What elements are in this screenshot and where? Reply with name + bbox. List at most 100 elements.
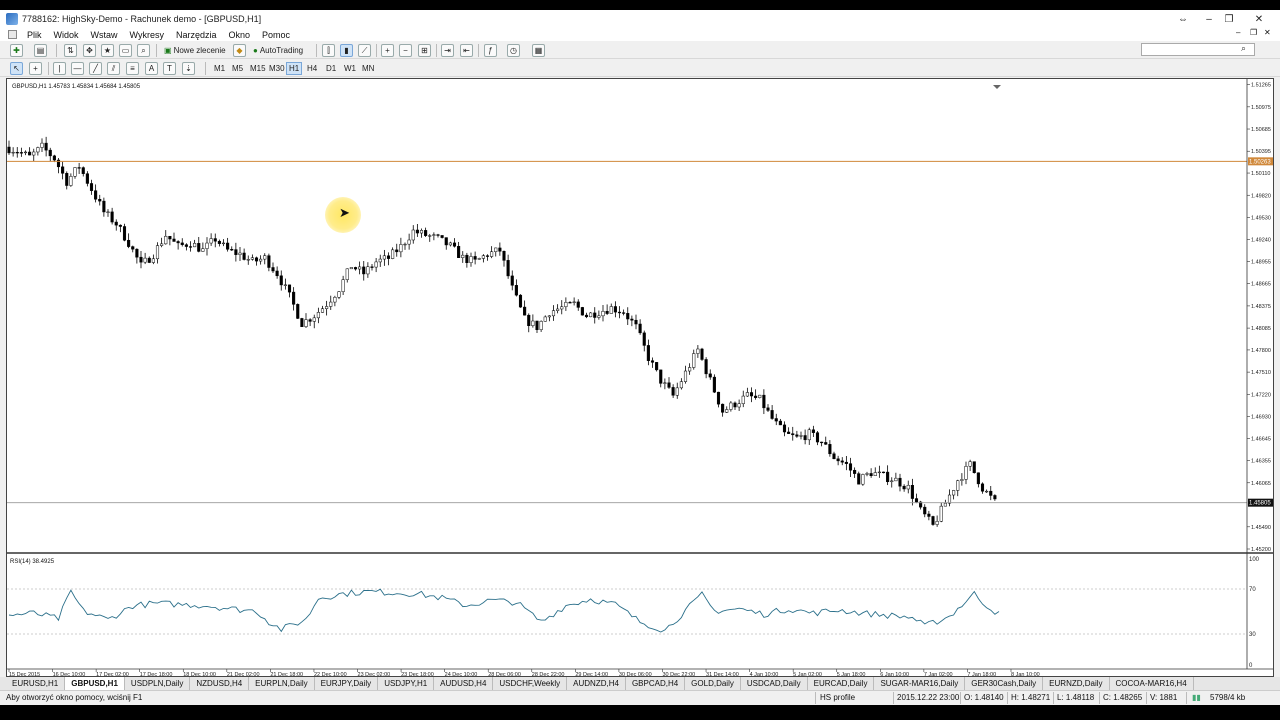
tf-d1-button[interactable]: D1 xyxy=(324,62,338,75)
status-profile[interactable]: HS profile xyxy=(820,693,855,702)
status-traffic[interactable]: 5798/4 kb xyxy=(1210,693,1245,702)
candle xyxy=(704,357,708,379)
tf-h4-button[interactable]: H4 xyxy=(305,62,319,75)
terminal-icon[interactable]: ▭ xyxy=(119,44,132,57)
candle xyxy=(799,431,803,440)
autotrading-button[interactable]: ● AutoTrading xyxy=(251,44,305,57)
new-order-button[interactable]: ▣ Nowe zlecenie xyxy=(162,44,228,57)
line-chart-icon[interactable]: ⟋ xyxy=(358,44,371,57)
candle xyxy=(671,384,675,398)
chart-tab[interactable]: EURJPY,Daily xyxy=(315,677,379,690)
chart-tab[interactable]: USDCHF,Weekly xyxy=(493,677,568,690)
profiles-icon[interactable]: ▤ xyxy=(34,44,47,57)
doc-restore-button[interactable]: ❐ xyxy=(1250,28,1257,37)
candle xyxy=(155,242,160,264)
price-tick-label: 1.47800 xyxy=(1251,348,1271,354)
chart-tab[interactable]: AUDNZD,H4 xyxy=(567,677,626,690)
doc-minimize-button[interactable]: – xyxy=(1236,28,1240,37)
new-chart-icon[interactable]: ✚ xyxy=(10,44,23,57)
chart-tab[interactable]: SUGAR-MAR16,Daily xyxy=(874,677,966,690)
price-chart[interactable]: GBPUSD,H1 1.45783 1.45834 1.45684 1.4580… xyxy=(7,79,1273,678)
candle xyxy=(510,270,514,291)
candle-body xyxy=(770,410,774,419)
indicators-icon[interactable]: ƒ xyxy=(484,44,497,57)
candle xyxy=(94,184,98,203)
channel-icon[interactable]: ⫽ xyxy=(107,62,120,75)
candle-body xyxy=(741,395,745,404)
trendline-icon[interactable]: ╱ xyxy=(89,62,102,75)
candle xyxy=(848,457,853,477)
candle xyxy=(337,291,341,300)
text-tool-icon[interactable]: A xyxy=(145,62,158,75)
menu-tools[interactable]: Narzędzia xyxy=(170,30,223,40)
chart-tab[interactable]: EURPLN,Daily xyxy=(249,677,315,690)
metaeditor-icon[interactable]: ◆ xyxy=(233,44,246,57)
zoom-out-icon[interactable]: − xyxy=(399,44,412,57)
candle xyxy=(630,315,634,327)
menu-window[interactable]: Okno xyxy=(222,30,256,40)
restore-layout-button[interactable]: ⇔ xyxy=(1170,10,1196,28)
chart-tab[interactable]: EURUSD,H1 xyxy=(6,677,66,690)
fibonacci-icon[interactable]: ≡ xyxy=(126,62,139,75)
chart-tab[interactable]: GOLD,Daily xyxy=(685,677,741,690)
text-label-icon[interactable]: T xyxy=(163,62,176,75)
candle-body xyxy=(947,494,952,504)
tf-m15-button[interactable]: M15 xyxy=(248,62,268,75)
tf-m5-button[interactable]: M5 xyxy=(230,62,245,75)
candle xyxy=(543,315,547,322)
menu-charts[interactable]: Wykresy xyxy=(124,30,170,40)
templates-icon[interactable]: ▦ xyxy=(532,44,545,57)
time-tick-label: 8 Jan 10:00 xyxy=(1011,672,1040,676)
periods-icon[interactable]: ◷ xyxy=(507,44,520,57)
tile-windows-icon[interactable]: ⊞ xyxy=(418,44,431,57)
candlestick-chart-icon[interactable]: ▮ xyxy=(340,44,353,57)
doc-close-button[interactable]: ✕ xyxy=(1264,28,1271,37)
search-icon[interactable]: ⌕ xyxy=(1241,43,1246,54)
crosshair-tool-icon[interactable]: + xyxy=(29,62,42,75)
candle xyxy=(721,403,725,417)
chart-tab[interactable]: NZDUSD,H4 xyxy=(190,677,250,690)
chart-shift-marker-icon[interactable] xyxy=(993,85,1001,89)
menu-view[interactable]: Widok xyxy=(48,30,85,40)
chart-tab[interactable]: EURNZD,Daily xyxy=(1043,677,1110,690)
horizontal-line-icon[interactable]: — xyxy=(71,62,84,75)
candle-body xyxy=(345,268,349,280)
candle-body xyxy=(461,254,465,258)
search-input[interactable] xyxy=(1141,43,1255,56)
tf-h1-button[interactable]: H1 xyxy=(286,62,303,75)
navigator-icon[interactable]: ★ xyxy=(101,44,114,57)
tf-m30-button[interactable]: M30 xyxy=(267,62,287,75)
menu-help[interactable]: Pomoc xyxy=(256,30,296,40)
candle xyxy=(601,305,605,322)
menu-file[interactable]: Plik xyxy=(21,30,48,40)
strategy-tester-icon[interactable]: ⌕ xyxy=(137,44,150,57)
close-button[interactable]: ✕ xyxy=(1246,10,1272,28)
chart-tab[interactable]: AUDUSD,H4 xyxy=(434,677,494,690)
data-window-icon[interactable]: ✥ xyxy=(83,44,96,57)
chart-tab[interactable]: COCOA-MAR16,H4 xyxy=(1110,677,1194,690)
chart-tab[interactable]: GER30Cash,Daily xyxy=(965,677,1044,690)
chart-tab[interactable]: USDJPY,H1 xyxy=(378,677,435,690)
chart-tab[interactable]: USDPLN,Daily xyxy=(125,677,191,690)
tf-mn-button[interactable]: MN xyxy=(360,62,376,75)
arrows-tool-icon[interactable]: ⇣ xyxy=(182,62,195,75)
chart-tab[interactable]: GBPUSD,H1 xyxy=(65,677,125,690)
chart-tab[interactable]: USDCAD,Daily xyxy=(741,677,808,690)
zoom-in-icon[interactable]: + xyxy=(381,44,394,57)
chart-window[interactable]: GBPUSD,H1 1.45783 1.45834 1.45684 1.4580… xyxy=(6,78,1274,678)
candle xyxy=(411,225,415,244)
bar-chart-icon[interactable]: ⫿ xyxy=(322,44,335,57)
chart-tab[interactable]: EURCAD,Daily xyxy=(808,677,875,690)
vertical-line-icon[interactable]: | xyxy=(53,62,66,75)
chart-tab[interactable]: GBPCAD,H4 xyxy=(626,677,686,690)
market-watch-icon[interactable]: ⇅ xyxy=(64,44,77,57)
chart-shift-icon[interactable]: ⇥ xyxy=(441,44,454,57)
cursor-tool-icon[interactable]: ↖ xyxy=(10,62,23,75)
maximize-button[interactable]: ❐ xyxy=(1216,10,1242,28)
connection-status-icon[interactable]: ▮▮ xyxy=(1192,693,1201,702)
candle xyxy=(613,301,617,318)
menu-insert[interactable]: Wstaw xyxy=(85,30,124,40)
tf-m1-button[interactable]: M1 xyxy=(212,62,227,75)
autoscroll-icon[interactable]: ⇤ xyxy=(460,44,473,57)
tf-w1-button[interactable]: W1 xyxy=(342,62,358,75)
